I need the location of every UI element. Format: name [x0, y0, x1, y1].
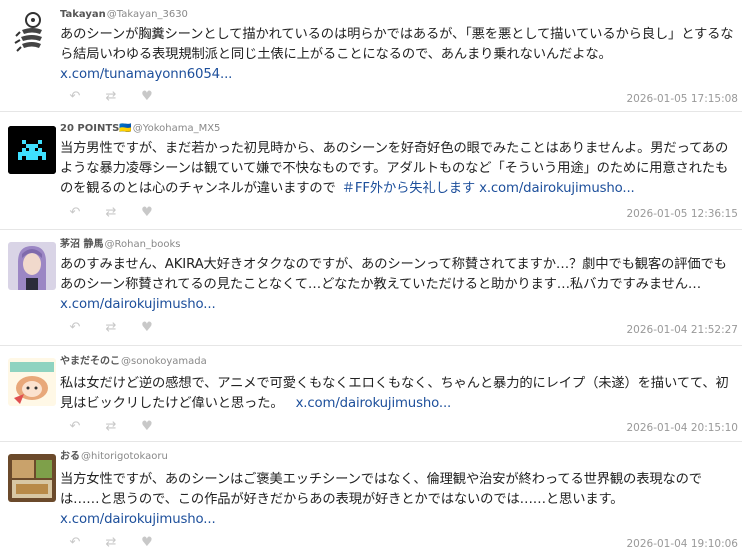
tweet-link[interactable]: x.com/tunamayonn6054... — [60, 67, 232, 82]
retweet-icon[interactable]: ⇄ — [104, 321, 118, 335]
tweet-header: 20 POINTS🇺🇦@Yokohama_MX5 — [60, 123, 220, 135]
tweet-text: あのすみません、AKIRA大好きオタクなのですが、あのシーンって称賛されてますか… — [60, 255, 738, 315]
tweet-header: 茅沼 静馬@Rohan_books — [60, 239, 181, 251]
user-name[interactable]: 茅沼 静馬 — [60, 239, 103, 250]
timestamp[interactable]: 2026-01-04 20:15:10 — [626, 422, 738, 434]
tweet-text-content: あのシーンが胸糞シーンとして描かれているのは明らかではあるが、「悪を悪として描い… — [60, 27, 734, 62]
retweet-icon[interactable]: ⇄ — [104, 536, 118, 550]
reply-icon[interactable]: ↶ — [68, 90, 82, 104]
retweet-icon[interactable]: ⇄ — [104, 90, 118, 104]
tweet-text: 当方女性ですが、あのシーンはご褒美エッチシーンではなく、倫理観や治安が終わってる… — [60, 470, 738, 530]
reply-icon[interactable]: ↶ — [68, 536, 82, 550]
user-handle[interactable]: @Rohan_books — [104, 239, 180, 250]
avatar[interactable] — [8, 126, 56, 174]
user-handle[interactable]: @sonokoyamada — [121, 356, 207, 367]
tweet-item: やまだそのこ@sonokoyamada 私は女だけど逆の感想で、アニメで可愛くも… — [0, 346, 742, 442]
avatar[interactable] — [8, 454, 56, 502]
reply-icon[interactable]: ↶ — [68, 321, 82, 335]
timestamp[interactable]: 2026-01-05 17:15:08 — [626, 93, 738, 105]
tweet-actions: ↶ ⇄ ♥ — [68, 321, 154, 335]
tweet-text: 私は女だけど逆の感想で、アニメで可愛くもなくエロくもなく、ちゃんと暴力的にレイプ… — [60, 374, 738, 414]
tweet-actions: ↶ ⇄ ♥ — [68, 90, 154, 104]
user-name[interactable]: やまだそのこ — [60, 356, 120, 367]
timestamp[interactable]: 2026-01-05 12:36:15 — [626, 208, 738, 220]
reply-icon[interactable]: ↶ — [68, 420, 82, 434]
tweet-item: おる@hitorigotokaoru 当方女性ですが、あのシーンはご褒美エッチシ… — [0, 442, 742, 555]
tweet-header: Takayan@Takayan_3630 — [60, 9, 188, 21]
tweet-link[interactable]: x.com/dairokujimusho... — [479, 181, 635, 196]
user-handle[interactable]: @Takayan_3630 — [107, 9, 188, 20]
tweet-header: やまだそのこ@sonokoyamada — [60, 356, 207, 368]
tweet-link[interactable]: x.com/dairokujimusho... — [60, 512, 216, 527]
timestamp[interactable]: 2026-01-04 19:10:06 — [626, 538, 738, 550]
tweet-link[interactable]: x.com/dairokujimusho... — [296, 396, 452, 411]
user-handle[interactable]: @hitorigotokaoru — [81, 451, 168, 462]
tweet-text: あのシーンが胸糞シーンとして描かれているのは明らかではあるが、「悪を悪として描い… — [60, 25, 738, 85]
tweet-link[interactable]: x.com/dairokujimusho... — [60, 297, 216, 312]
tweet-actions: ↶ ⇄ ♥ — [68, 536, 154, 550]
tweet-actions: ↶ ⇄ ♥ — [68, 420, 154, 434]
reply-icon[interactable]: ↶ — [68, 206, 82, 220]
user-name[interactable]: Takayan — [60, 9, 106, 20]
avatar[interactable] — [8, 242, 56, 290]
tweet-item: Takayan@Takayan_3630 あのシーンが胸糞シーンとして描かれてい… — [0, 0, 742, 112]
retweet-icon[interactable]: ⇄ — [104, 420, 118, 434]
user-name[interactable]: おる — [60, 451, 80, 462]
tweet-feed: Takayan@Takayan_3630 あのシーンが胸糞シーンとして描かれてい… — [0, 0, 742, 555]
timestamp[interactable]: 2026-01-04 21:52:27 — [626, 324, 738, 336]
avatar[interactable] — [8, 10, 56, 58]
user-name[interactable]: 20 POINTS🇺🇦 — [60, 123, 132, 134]
like-icon[interactable]: ♥ — [140, 90, 154, 104]
user-handle[interactable]: @Yokohama_MX5 — [133, 123, 221, 134]
like-icon[interactable]: ♥ — [140, 536, 154, 550]
avatar[interactable] — [8, 358, 56, 406]
tweet-item: 20 POINTS🇺🇦@Yokohama_MX5 当方男性ですが、まだ若かった初… — [0, 112, 742, 230]
like-icon[interactable]: ♥ — [140, 321, 154, 335]
tweet-text-content: あのすみません、AKIRA大好きオタクなのですが、あのシーンって称賛されてますか… — [60, 257, 727, 292]
tweet-text-content: 当方女性ですが、あのシーンはご褒美エッチシーンではなく、倫理観や治安が終わってる… — [60, 472, 702, 507]
tweet-item: 茅沼 静馬@Rohan_books あのすみません、AKIRA大好きオタクなので… — [0, 230, 742, 346]
tweet-text: 当方男性ですが、まだ若かった初見時から、あのシーンを好奇好色の眼でみたことはあり… — [60, 139, 738, 199]
like-icon[interactable]: ♥ — [140, 420, 154, 434]
tweet-header: おる@hitorigotokaoru — [60, 451, 168, 463]
retweet-icon[interactable]: ⇄ — [104, 206, 118, 220]
tweet-actions: ↶ ⇄ ♥ — [68, 206, 154, 220]
tweet-hashtag[interactable]: ＃FF外から失礼します — [342, 181, 475, 196]
like-icon[interactable]: ♥ — [140, 206, 154, 220]
